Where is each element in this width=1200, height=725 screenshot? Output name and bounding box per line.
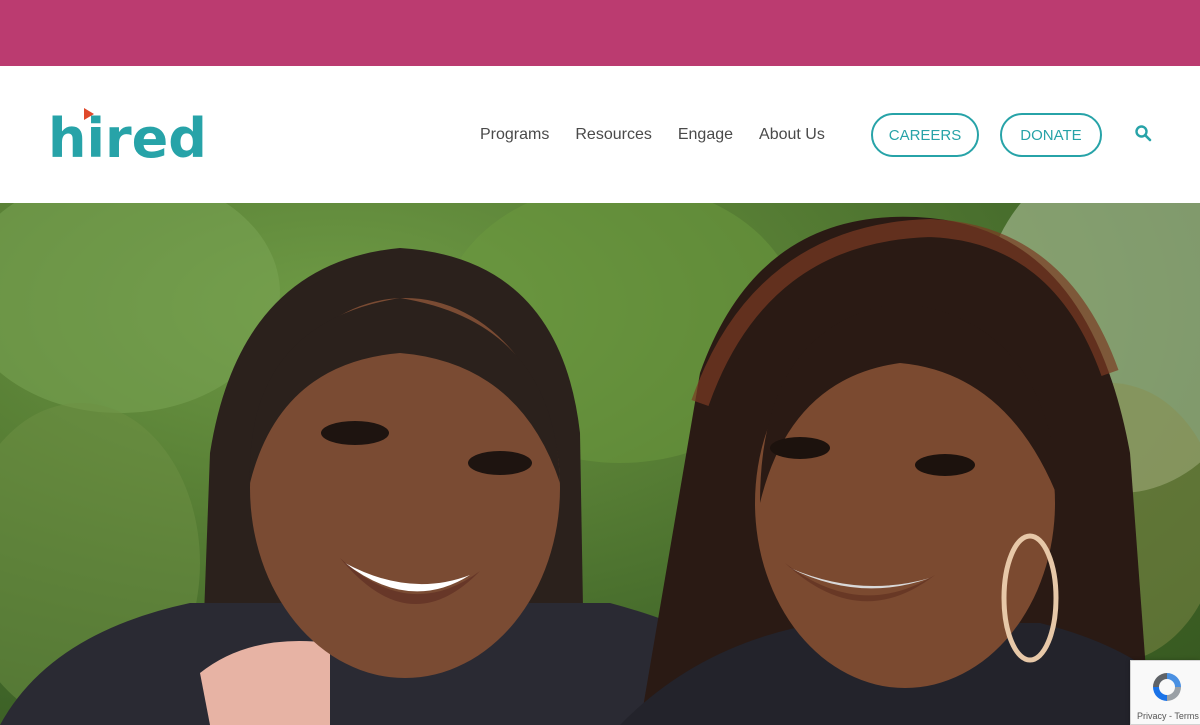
hero-image [0,203,1200,725]
search-icon[interactable] [1134,124,1152,142]
careers-button[interactable]: CAREERS [871,113,979,157]
recaptcha-icon [1149,669,1185,705]
logo-text: hired [48,107,204,166]
site-header: hired Programs Resources Engage About Us… [0,66,1200,203]
recaptcha-privacy-link[interactable]: Privacy [1137,711,1167,721]
hired-wordmark: hired [48,107,204,166]
hired-logo[interactable]: hired [48,106,204,166]
recaptcha-terms-link[interactable]: Terms [1174,711,1199,721]
nav-engage[interactable]: Engage [678,126,733,144]
recaptcha-links: Privacy - Terms [1137,711,1199,721]
hero-illustration [0,203,1200,725]
top-banner [0,0,1200,66]
nav-resources[interactable]: Resources [575,126,651,144]
nav-about-us[interactable]: About Us [759,126,825,144]
nav-programs[interactable]: Programs [480,126,549,144]
recaptcha-badge[interactable]: Privacy - Terms [1130,660,1200,725]
donate-button[interactable]: DONATE [1000,113,1102,157]
main-nav: Programs Resources Engage About Us [480,66,825,203]
